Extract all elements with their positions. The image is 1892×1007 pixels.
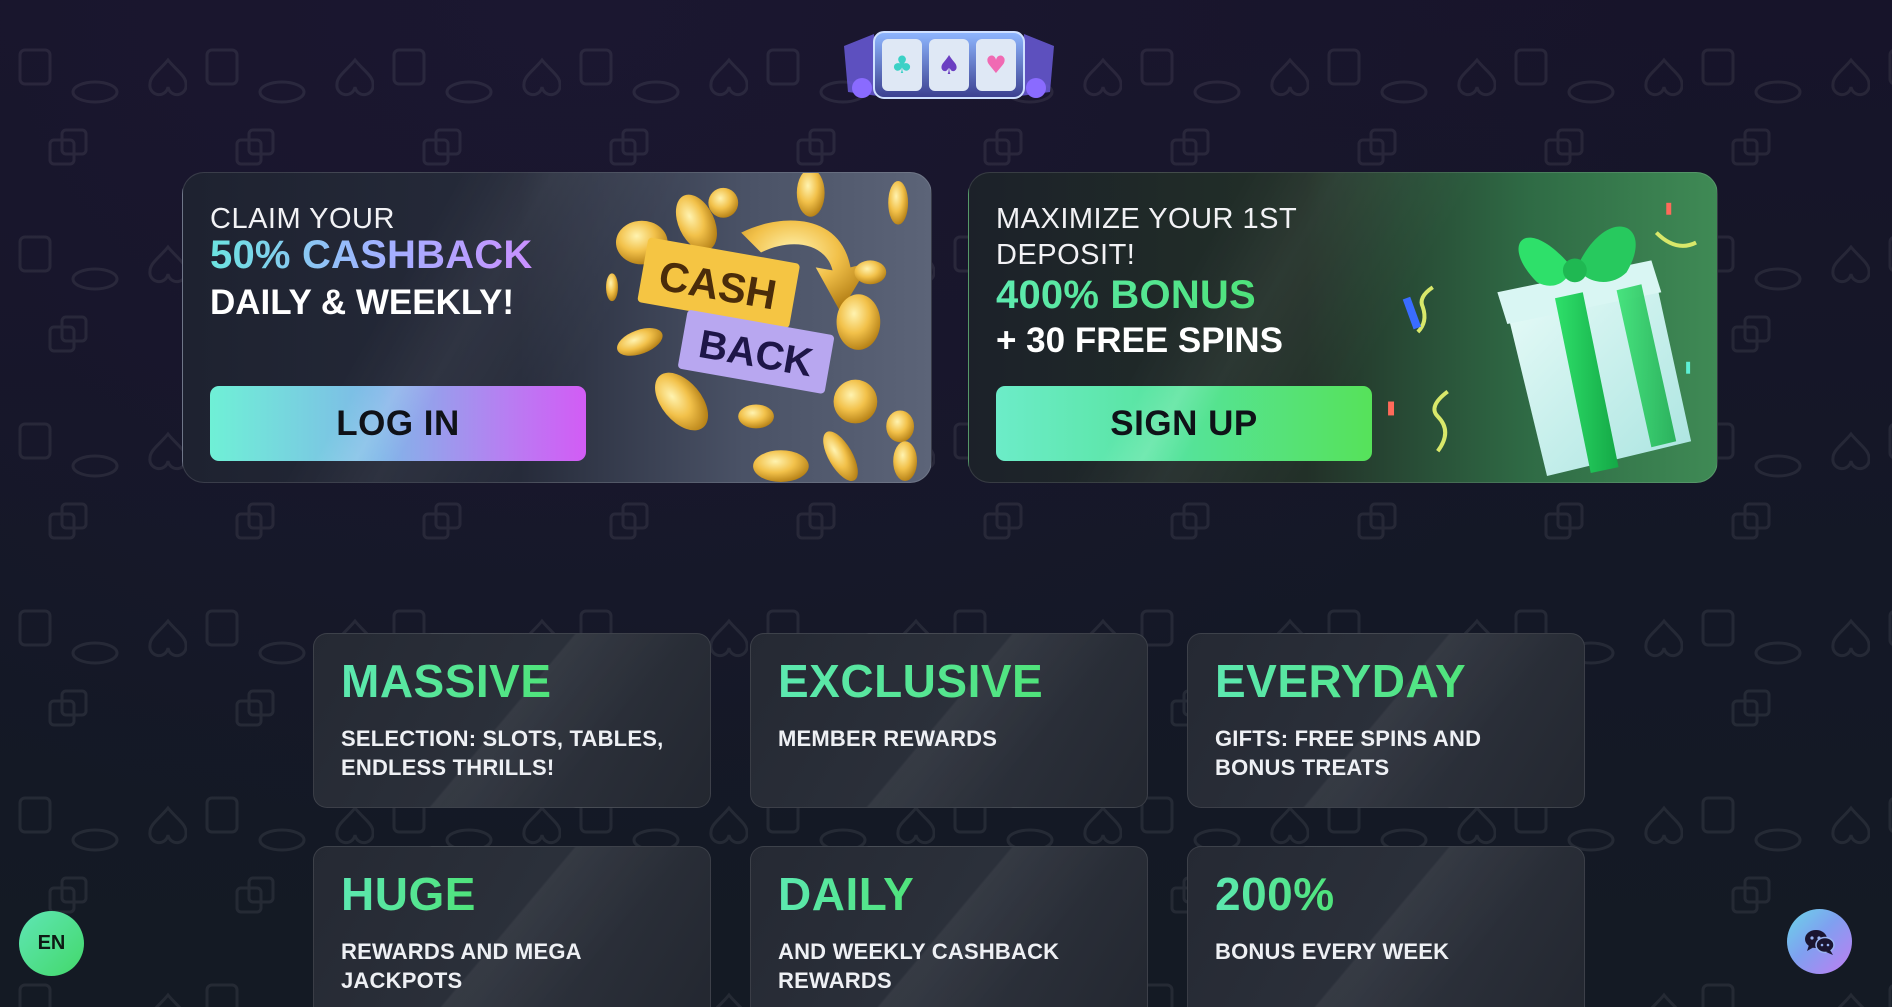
chat-button[interactable] [1787, 909, 1852, 974]
feature-title: HUGE [341, 868, 476, 920]
feature-title: 200% [1215, 868, 1335, 920]
feature-title: DAILY [778, 868, 915, 920]
feature-card-daily: DAILY AND WEEKLY CASHBACK REWARDS [750, 846, 1148, 1007]
cashback-claim-text: CLAIM YOUR [210, 203, 395, 235]
cashback-subline: DAILY & WEEKLY! [210, 283, 515, 322]
feature-description: BONUS EVERY WEEK [1215, 939, 1450, 964]
feature-title: EXCLUSIVE [778, 655, 1044, 707]
feature-card-200-percent: 200% BONUS EVERY WEEK [1187, 846, 1585, 1007]
svg-text:♠: ♠ [937, 51, 960, 81]
deposit-headline: 400% BONUS [996, 273, 1256, 317]
deposit-subline: + 30 FREE SPINS [996, 321, 1283, 360]
feature-description: SELECTION: SLOTS, TABLES, ENDLESS THRILL… [341, 726, 664, 780]
feature-description: GIFTS: FREE SPINS AND BONUS TREATS [1215, 726, 1482, 780]
gift-box-illustration [1388, 202, 1697, 477]
feature-description: AND WEEKLY CASHBACK REWARDS [778, 939, 1060, 993]
log-in-button[interactable]: LOG IN [210, 386, 586, 461]
language-selector-button[interactable]: EN [19, 911, 84, 976]
feature-card-exclusive: EXCLUSIVE MEMBER REWARDS [750, 633, 1148, 808]
chat-icon [1804, 929, 1835, 955]
cashback-coins-illustration: CASH BACK [606, 173, 918, 482]
feature-title: MASSIVE [341, 655, 552, 707]
deposit-maximize-text: MAXIMIZE YOUR 1ST DEPOSIT! [996, 203, 1297, 271]
deposit-promo-card: MAXIMIZE YOUR 1ST DEPOSIT! 400% BONUS + … [968, 172, 1718, 483]
cashback-promo-card: CLAIM YOUR 50% CASHBACK DAILY & WEEKLY! … [182, 172, 932, 483]
cashback-headline: 50% CASHBACK [210, 233, 533, 277]
feature-card-huge: HUGE REWARDS AND MEGA JACKPOTS [313, 846, 711, 1007]
slot-machine-logo-icon[interactable]: ♣ ♠ ♥ [834, 26, 1064, 104]
feature-card-everyday: EVERYDAY GIFTS: FREE SPINS AND BONUS TRE… [1187, 633, 1585, 808]
svg-text:♣: ♣ [891, 51, 913, 79]
svg-text:♥: ♥ [985, 51, 1007, 79]
feature-description: MEMBER REWARDS [778, 726, 998, 751]
feature-description: REWARDS AND MEGA JACKPOTS [341, 939, 581, 993]
sign-up-button[interactable]: SIGN UP [996, 386, 1372, 461]
feature-card-massive: MASSIVE SELECTION: SLOTS, TABLES, ENDLES… [313, 633, 711, 808]
feature-title: EVERYDAY [1215, 655, 1467, 707]
